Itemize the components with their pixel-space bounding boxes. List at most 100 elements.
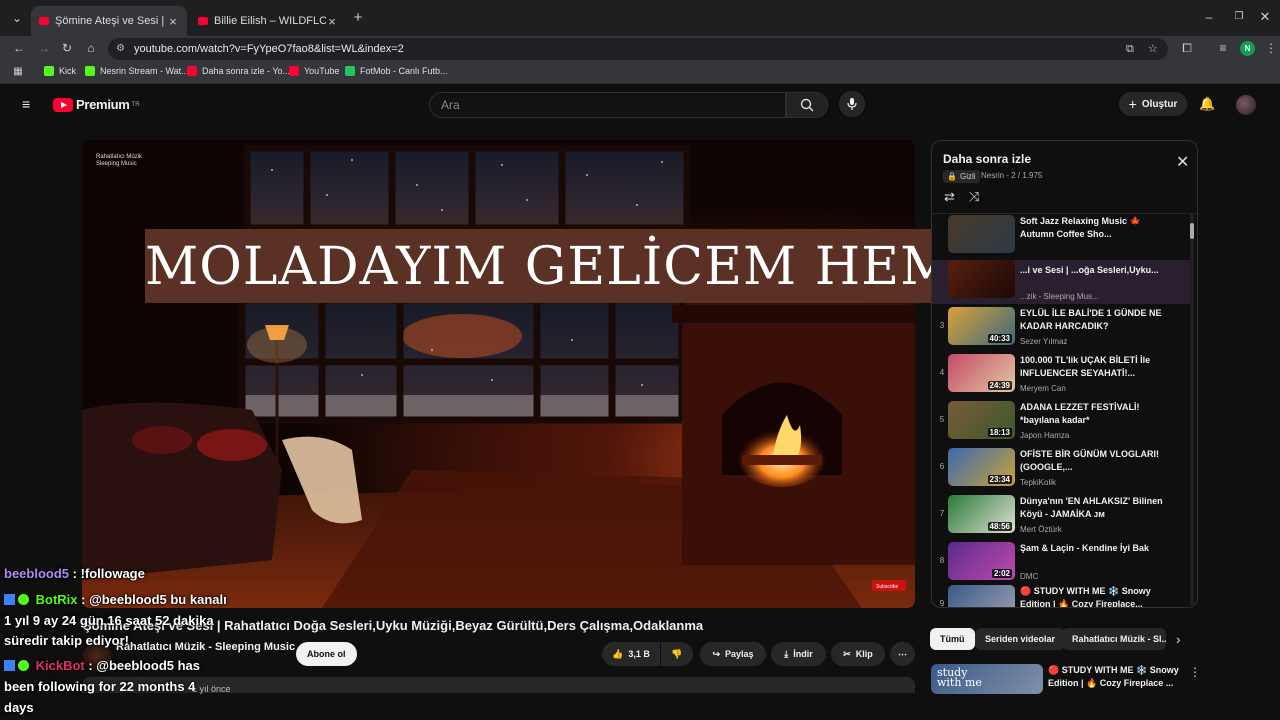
chat-message-continuation: 1 yıl 9 ay 24 gün 16 saat 52 dakika bbox=[4, 613, 214, 628]
clip-label: Klip bbox=[855, 649, 873, 659]
tab-close-icon[interactable]: × bbox=[326, 14, 338, 29]
tab-title: Billie Eilish – WILDFLOWER (Live bbox=[214, 15, 326, 27]
playlist-item-title: EYLÜL İLE BALİ'DE 1 GÜNDE NE KADAR HARCA… bbox=[1020, 308, 1162, 331]
playlist-item[interactable]: 9 🔴 STUDY WITH ME ❄️ Snowy Edition | 🔥 C… bbox=[932, 585, 1182, 607]
search-input[interactable]: Ara bbox=[429, 92, 786, 118]
download-icon: ⤓ bbox=[784, 648, 789, 659]
create-button[interactable]: + Oluştur bbox=[1119, 92, 1187, 116]
back-icon[interactable]: ← bbox=[12, 41, 26, 55]
bookmark-star-icon[interactable]: ☆ bbox=[1148, 38, 1158, 60]
youtube-premium-logo[interactable]: Premium TR bbox=[53, 97, 140, 112]
tab-search-chevron-icon[interactable]: ⌄ bbox=[10, 11, 24, 25]
profile-avatar[interactable]: N bbox=[1240, 41, 1255, 56]
more-actions-button[interactable]: ⋯ bbox=[890, 642, 915, 666]
scrollbar-thumb[interactable] bbox=[1190, 223, 1194, 239]
playlist-item-channel: Sezer Yılmaz bbox=[1020, 337, 1068, 346]
playlist-item[interactable]: 5 18:13 ADANA LEZZET FESTİVALİ! *bayılan… bbox=[932, 401, 1182, 447]
youtube-header: ≡ Premium TR Ara + Oluştur 🔔 bbox=[0, 85, 1280, 125]
playlist-item-index: 6 bbox=[939, 462, 945, 471]
download-button[interactable]: ⤓ İndir bbox=[771, 642, 826, 666]
chat-text: : !followage bbox=[69, 566, 145, 581]
thumbs-up-icon: 👍 bbox=[612, 648, 624, 659]
video-thumbnail bbox=[948, 585, 1015, 607]
bookmark-fotmob[interactable]: FotMob - Canlı Futb... bbox=[345, 66, 448, 76]
cast-icon[interactable]: ⧉ bbox=[1126, 38, 1134, 60]
create-label: Oluştur bbox=[1141, 98, 1178, 110]
loop-icon[interactable]: ⇄ bbox=[944, 189, 955, 205]
chip-all[interactable]: Tümü bbox=[930, 628, 975, 650]
tab-active[interactable]: Şömine Ateşi ve Sesi | Rahatlatıcı × bbox=[31, 6, 187, 36]
playlist-item[interactable]: 3 40:33 EYLÜL İLE BALİ'DE 1 GÜNDE NE KAD… bbox=[932, 307, 1182, 353]
home-icon[interactable]: ⌂ bbox=[84, 41, 98, 55]
playlist-item[interactable]: Soft Jazz Relaxing Music 🍁 Autumn Coffee… bbox=[932, 215, 1182, 261]
playlist-item-current[interactable]: ...i ve Sesi | ...oğa Sesleri,Uyku... ..… bbox=[932, 260, 1190, 304]
playlist-item[interactable]: 7 48:56 Dünya'nın 'EN AHLAKSIZ' Bilinen … bbox=[932, 495, 1182, 541]
hamburger-menu-icon[interactable]: ≡ bbox=[22, 97, 36, 111]
playlist-item[interactable]: 4 24:39 100.000 TL'lik UÇAK BİLETİ İle I… bbox=[932, 354, 1182, 400]
recommended-menu-icon[interactable]: ⋮ bbox=[1189, 665, 1201, 679]
browser-tab-bar: ⌄ Şömine Ateşi ve Sesi | Rahatlatıcı × B… bbox=[0, 0, 1280, 36]
chat-message: BotRix : @beeblood5 bu kanalı bbox=[4, 592, 227, 607]
site-info-icon[interactable]: ⚙ bbox=[116, 38, 125, 60]
chips-next-chevron-icon[interactable]: › bbox=[1176, 631, 1181, 647]
chip-series[interactable]: Seriden videolar bbox=[975, 628, 1066, 650]
account-avatar[interactable] bbox=[1236, 95, 1256, 115]
playlist-item-index: 5 bbox=[939, 415, 945, 424]
video-player[interactable]: Rahatlatıcı Müzik Sleeping Music Subscri… bbox=[82, 140, 915, 608]
close-playlist-icon[interactable]: ✕ bbox=[1176, 155, 1189, 171]
extensions-icon[interactable]: ⧠ bbox=[1180, 41, 1194, 55]
share-button[interactable]: ↪ Paylaş bbox=[700, 642, 766, 666]
playlist-item[interactable]: 8 2:02 Şam & Laçin - Kendine İyi Bak DMC bbox=[932, 542, 1182, 588]
video-thumbnail: 2:02 bbox=[948, 542, 1015, 580]
subscribe-button[interactable]: Abone ol bbox=[296, 642, 357, 666]
recommended-title[interactable]: 🔴 STUDY WITH ME ❄️ Snowy Edition | 🔥 Coz… bbox=[1048, 664, 1188, 690]
forward-icon[interactable]: → bbox=[37, 41, 51, 55]
bookmark-watch-later[interactable]: Daha sonra izle - Yo... bbox=[187, 66, 290, 76]
clip-button[interactable]: ✂ Klip bbox=[831, 642, 885, 666]
bookmark-label: Kick bbox=[59, 66, 77, 76]
minimize-icon[interactable]: – bbox=[1202, 10, 1216, 24]
video-thumbnail: 23:34 bbox=[948, 448, 1015, 486]
apps-grid-icon[interactable]: ▦ bbox=[11, 65, 25, 79]
tab-inactive[interactable]: Billie Eilish – WILDFLOWER (Live × bbox=[190, 6, 346, 36]
video-thumbnail: 24:39 bbox=[948, 354, 1015, 392]
bookmark-nesrin-stream[interactable]: Nesrin Stream - Wat... bbox=[85, 66, 189, 76]
duration-badge: 48:56 bbox=[987, 522, 1012, 531]
playlist-item-title: Soft Jazz Relaxing Music 🍁 Autumn Coffee… bbox=[1020, 216, 1141, 239]
search-button[interactable] bbox=[786, 92, 828, 118]
channel-name[interactable]: Rahatlatıcı Müzik - Sleeping Music bbox=[116, 641, 295, 653]
youtube-favicon-icon bbox=[198, 17, 208, 25]
reload-icon[interactable]: ↻ bbox=[60, 41, 74, 55]
window-close-icon[interactable]: ✕ bbox=[1258, 10, 1272, 24]
chip-channel[interactable]: Rahatlatıcı Müzik - Sl... bbox=[1062, 628, 1166, 650]
playlist-item[interactable]: 6 23:34 OFİSTE BİR GÜNÜM VLOGLARI! (GOOG… bbox=[932, 448, 1182, 494]
maximize-icon[interactable]: ❐ bbox=[1232, 10, 1246, 24]
media-controls-icon[interactable]: ≡ bbox=[1216, 41, 1230, 55]
kick-icon bbox=[44, 66, 54, 76]
address-bar[interactable]: ⚙ youtube.com/watch?v=FyYpeO7fao8&list=W… bbox=[108, 38, 1168, 60]
voice-search-button[interactable] bbox=[839, 91, 865, 117]
chat-username: KickBot bbox=[35, 658, 85, 673]
tab-close-icon[interactable]: × bbox=[167, 14, 179, 29]
thumbnail-text: study with me bbox=[937, 666, 982, 689]
playlist-item-title: ADANA LEZZET FESTİVALİ! *bayılana kadar* bbox=[1020, 402, 1140, 425]
fotmob-icon bbox=[345, 66, 355, 76]
bookmark-label: FotMob - Canlı Futb... bbox=[360, 66, 448, 76]
bookmark-kick[interactable]: Kick bbox=[44, 66, 76, 76]
recommended-thumbnail[interactable]: study with me bbox=[931, 664, 1043, 694]
description-box[interactable]: 1 yıl önce bbox=[82, 677, 915, 694]
shuffle-icon[interactable]: ⤨ bbox=[969, 189, 979, 205]
share-icon: ↪ bbox=[712, 648, 720, 659]
playlist-scrollbar[interactable] bbox=[1190, 213, 1194, 605]
playlist-title[interactable]: Daha sonra izle bbox=[943, 152, 1031, 166]
new-tab-icon[interactable]: + bbox=[351, 10, 365, 25]
dislike-button[interactable]: 👎 bbox=[661, 642, 693, 666]
video-thumbnail: 18:13 bbox=[948, 401, 1015, 439]
bookmark-youtube[interactable]: YouTube bbox=[289, 66, 339, 76]
menu-kebab-icon[interactable]: ⋮ bbox=[1264, 41, 1278, 55]
chat-message-continuation: been following for 22 months 4 bbox=[4, 679, 196, 694]
like-button[interactable]: 👍 3,1 B bbox=[602, 642, 660, 666]
notifications-bell-icon[interactable]: 🔔 bbox=[1199, 96, 1215, 112]
logo-region: TR bbox=[131, 101, 140, 108]
playlist-item-title: Şam & Laçin - Kendine İyi Bak bbox=[1020, 543, 1150, 553]
